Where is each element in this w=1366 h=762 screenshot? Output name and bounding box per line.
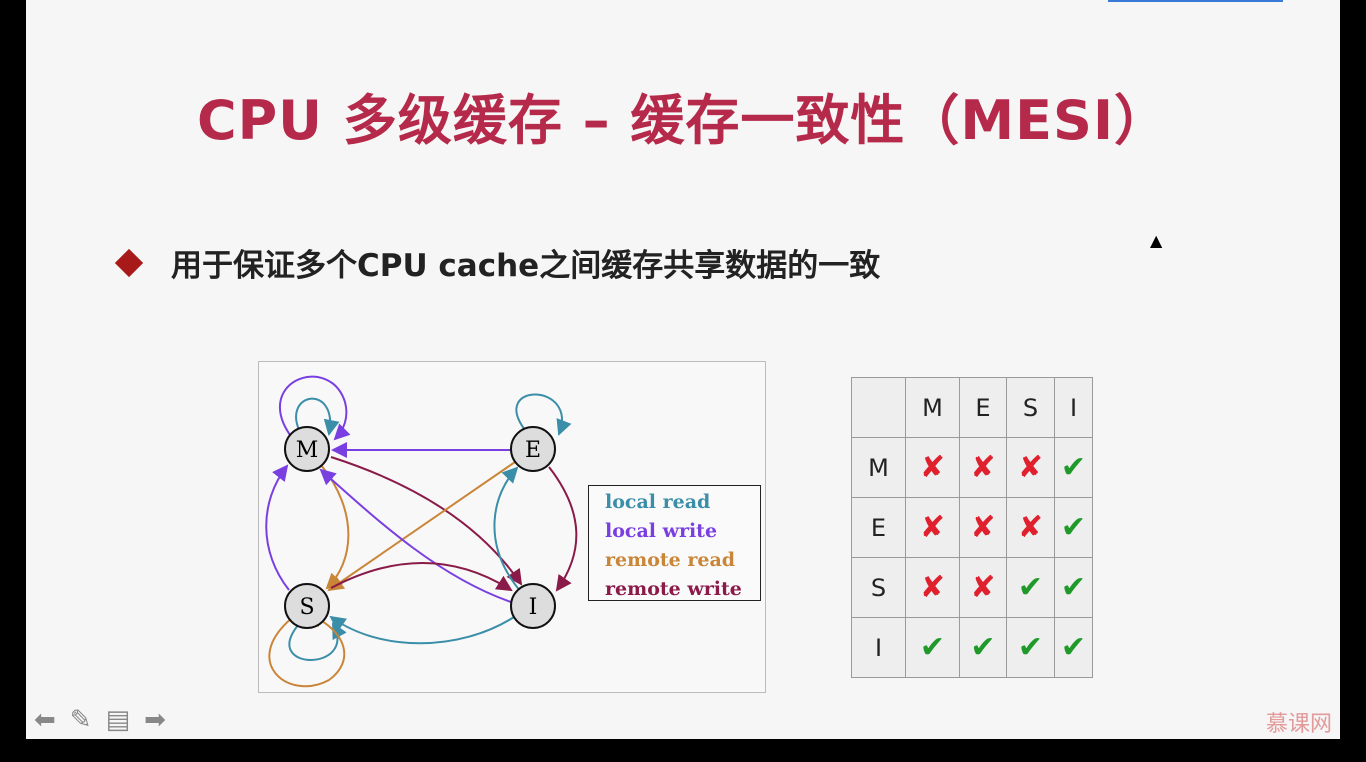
check-icon: ✔ [959,617,1007,678]
table-row: S ✘ ✘ ✔ ✔ [851,557,1093,618]
svg-text:I: I [529,595,538,620]
legend-local-read: local read [605,491,711,513]
table-row: I ✔ ✔ ✔ ✔ [851,617,1093,678]
menu-icon[interactable]: ▤ [106,705,131,735]
state-node-s: S [284,583,330,629]
progress-indicator [1108,0,1283,2]
row-label: S [851,557,906,618]
cross-icon: ✘ [905,557,960,618]
check-icon: ✔ [1006,557,1055,618]
legend: local read local write remote read remot… [588,485,761,601]
cross-icon: ✘ [959,497,1007,558]
edge-s-s-local-read [288,622,347,661]
edge-i-s-local-read [329,615,515,645]
edge-s-i-remote-write [330,562,513,592]
cross-icon: ✘ [959,437,1007,498]
diamond-bullet-icon [114,248,144,277]
mesi-state-diagram: M E S I local read local write remote re… [258,361,766,693]
svg-text:S: S [299,595,314,620]
cross-icon: ✘ [959,557,1007,618]
arrow-right-icon[interactable]: ➡ [144,705,166,735]
edge-i-m-local-write [319,468,512,603]
table-row: M ✘ ✘ ✘ ✔ [851,437,1093,498]
edge-s-m-local-write [265,464,290,591]
state-node-i: I [510,583,556,629]
compatibility-table: M E S I M ✘ ✘ ✘ ✔ E ✘ ✘ ✘ ✔ S ✘ ✘ ✔ ✔ I ✔ ✔ ✔ ✔ [851,377,1093,678]
pen-icon[interactable]: ✎ [70,705,92,735]
row-label: E [851,497,906,558]
row-label: I [851,617,906,678]
svg-text:E: E [525,438,541,463]
cross-icon: ✘ [905,437,960,498]
edge-m-i-remote-write [330,456,523,586]
bullet-text: 用于保证多个CPU cache之间缓存共享数据的一致 [171,248,881,284]
table-header-row: M E S I [851,377,1093,438]
cross-icon: ✘ [1006,497,1055,558]
logo: 慕课网 [1265,712,1332,737]
mouse-cursor-icon: ▲ [1150,231,1163,250]
edge-i-e-local-read [493,466,522,593]
legend-remote-read: remote read [605,549,736,571]
state-node-m: M [284,426,330,472]
slide-controls: ⬅ ✎ ▤ ➡ [34,705,166,735]
cross-icon: ✘ [905,497,960,558]
table-row: E ✘ ✘ ✘ ✔ [851,497,1093,558]
slide-title: CPU 多级缓存 – 缓存一致性（MESI） [196,89,1170,152]
check-icon: ✔ [1006,617,1055,678]
check-icon: ✔ [1054,437,1093,498]
arrow-left-icon[interactable]: ⬅ [34,705,56,735]
check-icon: ✔ [1054,497,1093,558]
slide: CPU 多级缓存 – 缓存一致性（MESI） 用于保证多个CPU cache之间… [26,0,1340,739]
check-icon: ✔ [1054,557,1093,618]
check-icon: ✔ [1054,617,1093,678]
bullet-point: 用于保证多个CPU cache之间缓存共享数据的一致 [114,240,881,285]
cross-icon: ✘ [1006,437,1055,498]
svg-text:M: M [296,438,319,463]
row-label: M [851,437,906,498]
state-node-e: E [510,426,556,472]
legend-remote-write: remote write [605,578,742,600]
edge-e-i-remote-write [548,466,578,592]
edge-e-s-remote-read [327,461,516,592]
legend-local-write: local write [605,520,718,542]
check-icon: ✔ [905,617,960,678]
